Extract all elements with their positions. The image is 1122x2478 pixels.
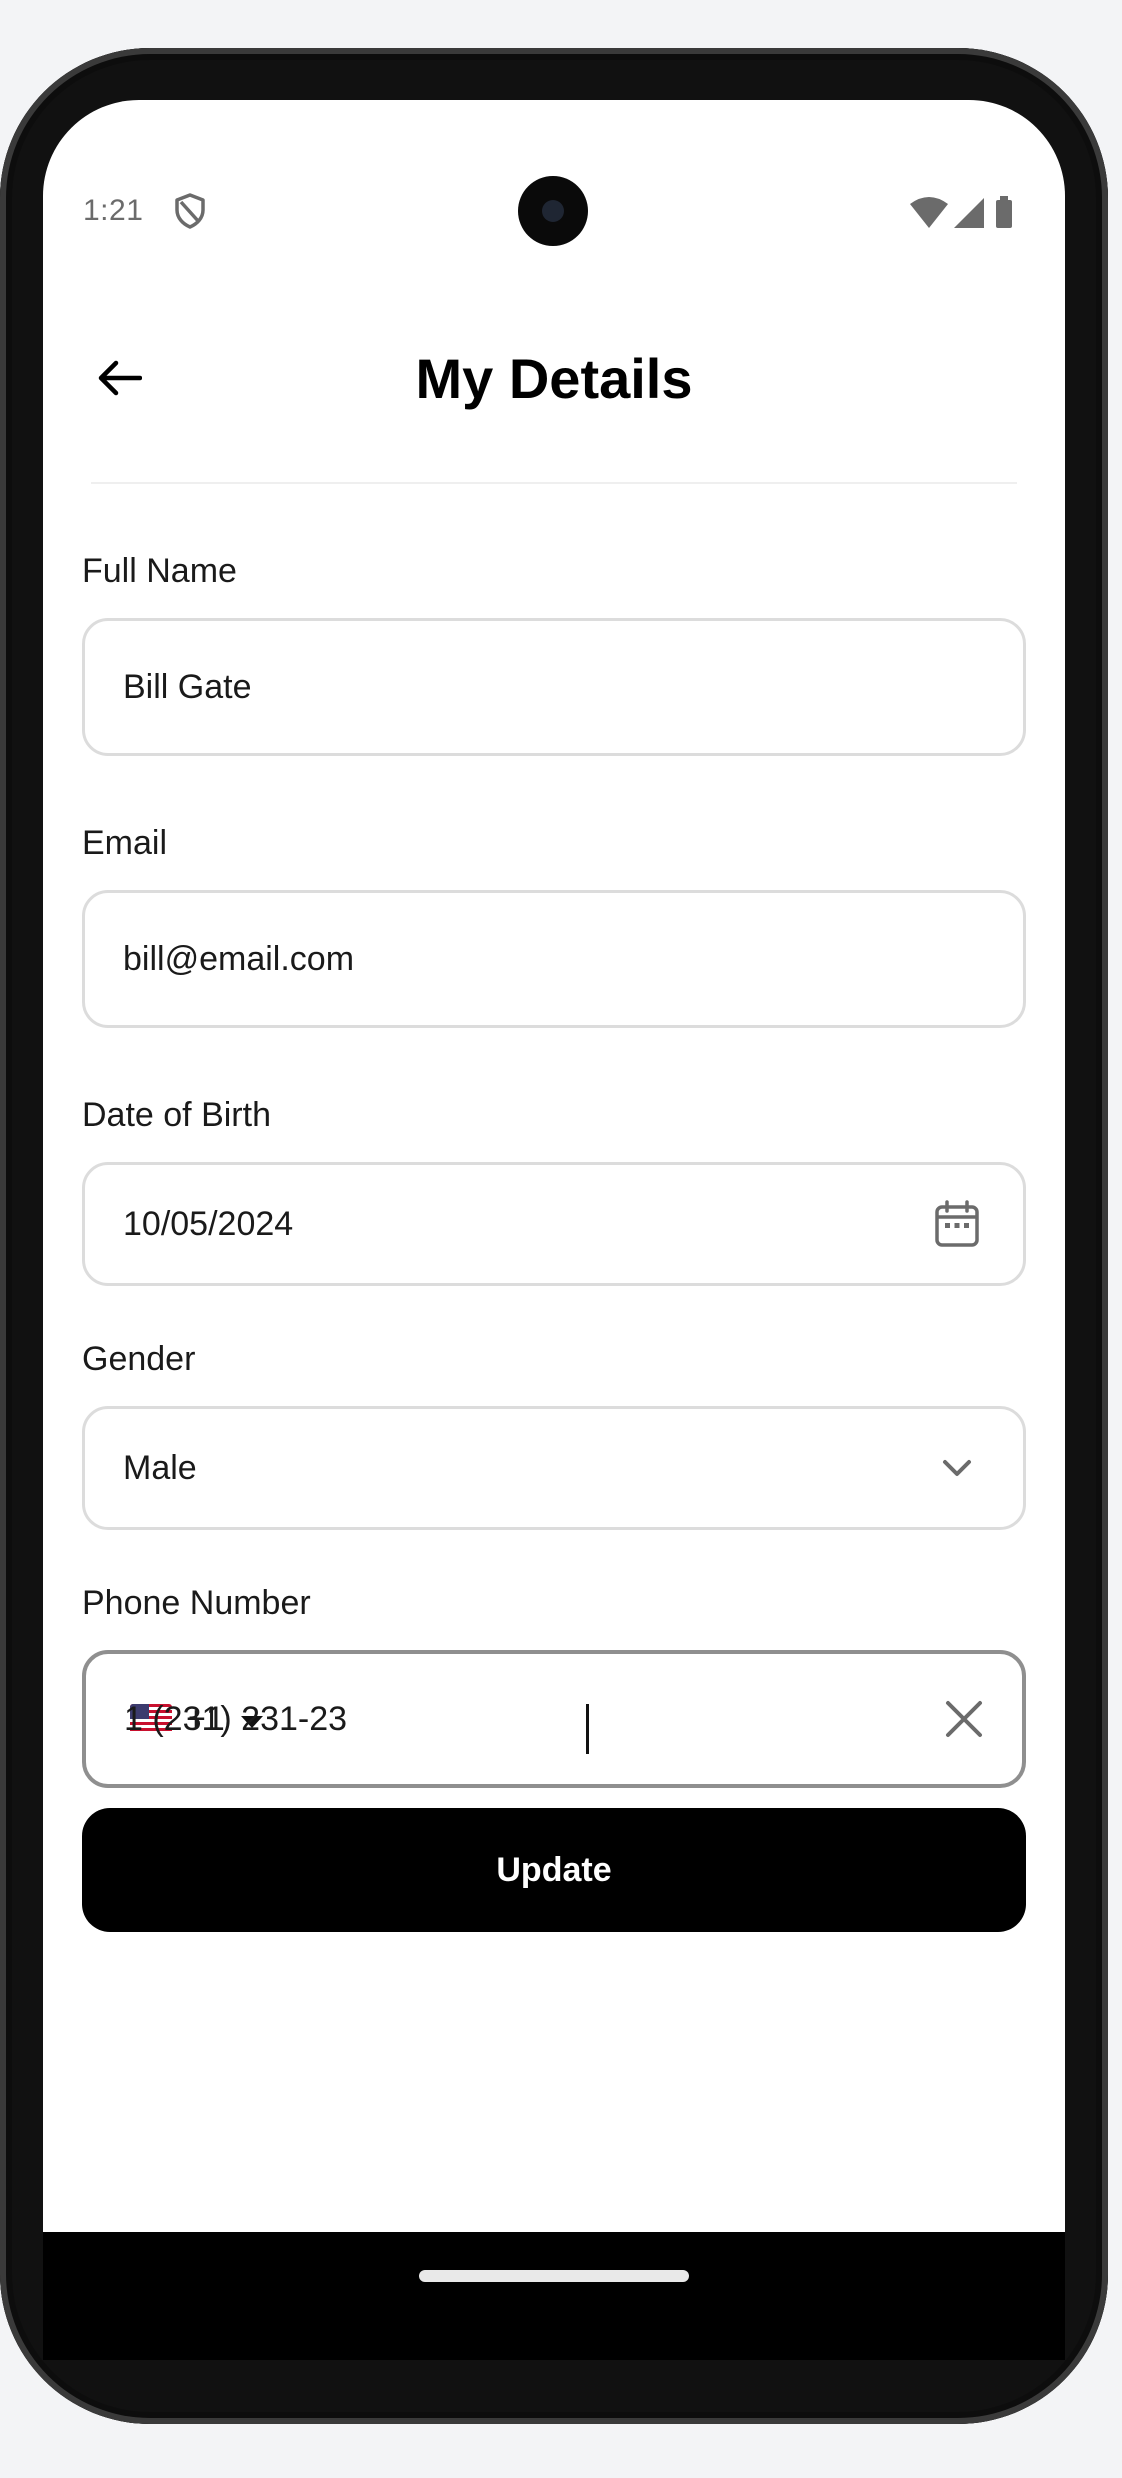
gender-label: Gender: [82, 1340, 196, 1378]
battery-icon: [996, 196, 1012, 228]
close-icon[interactable]: [944, 1699, 984, 1739]
home-indicator[interactable]: [419, 2270, 689, 2282]
shield-icon: [172, 192, 208, 230]
header-divider: [91, 482, 1017, 484]
status-bar: 1:21: [43, 100, 1065, 270]
full-name-label: Full Name: [82, 552, 237, 590]
status-time: 1:21: [83, 194, 144, 227]
email-label: Email: [82, 824, 168, 862]
signal-icon: [954, 198, 984, 228]
date-of-birth-field[interactable]: [82, 1162, 1026, 1286]
app-screen: 1:21 My Details Full Name Bill Gate Emai…: [43, 100, 1065, 2360]
page-header: My Details: [43, 340, 1065, 470]
email-input[interactable]: [123, 893, 903, 1025]
full-name-field[interactable]: [82, 618, 1026, 756]
chevron-down-icon[interactable]: [941, 1458, 973, 1478]
gender-select[interactable]: Male: [82, 1406, 1026, 1530]
status-icons: [888, 192, 1038, 232]
update-button[interactable]: Update: [82, 1808, 1026, 1932]
phone-number-input[interactable]: [124, 1654, 904, 1784]
phone-number-label: Phone Number: [82, 1584, 311, 1622]
phone-frame: 1:21 My Details Full Name Bill Gate Emai…: [0, 48, 1108, 2424]
email-field[interactable]: [82, 890, 1026, 1028]
text-cursor: [586, 1704, 589, 1754]
wifi-icon: [910, 197, 948, 228]
front-camera: [518, 176, 588, 246]
full-name-input[interactable]: [123, 621, 903, 753]
page-title: My Details: [415, 347, 693, 410]
navigation-bar: [43, 2232, 1065, 2360]
phone-number-field[interactable]: +1: [82, 1650, 1026, 1788]
calendar-icon[interactable]: [933, 1199, 981, 1249]
date-of-birth-input[interactable]: [123, 1165, 903, 1283]
gender-value: Male: [123, 1448, 197, 1487]
date-of-birth-label: Date of Birth: [82, 1096, 271, 1134]
